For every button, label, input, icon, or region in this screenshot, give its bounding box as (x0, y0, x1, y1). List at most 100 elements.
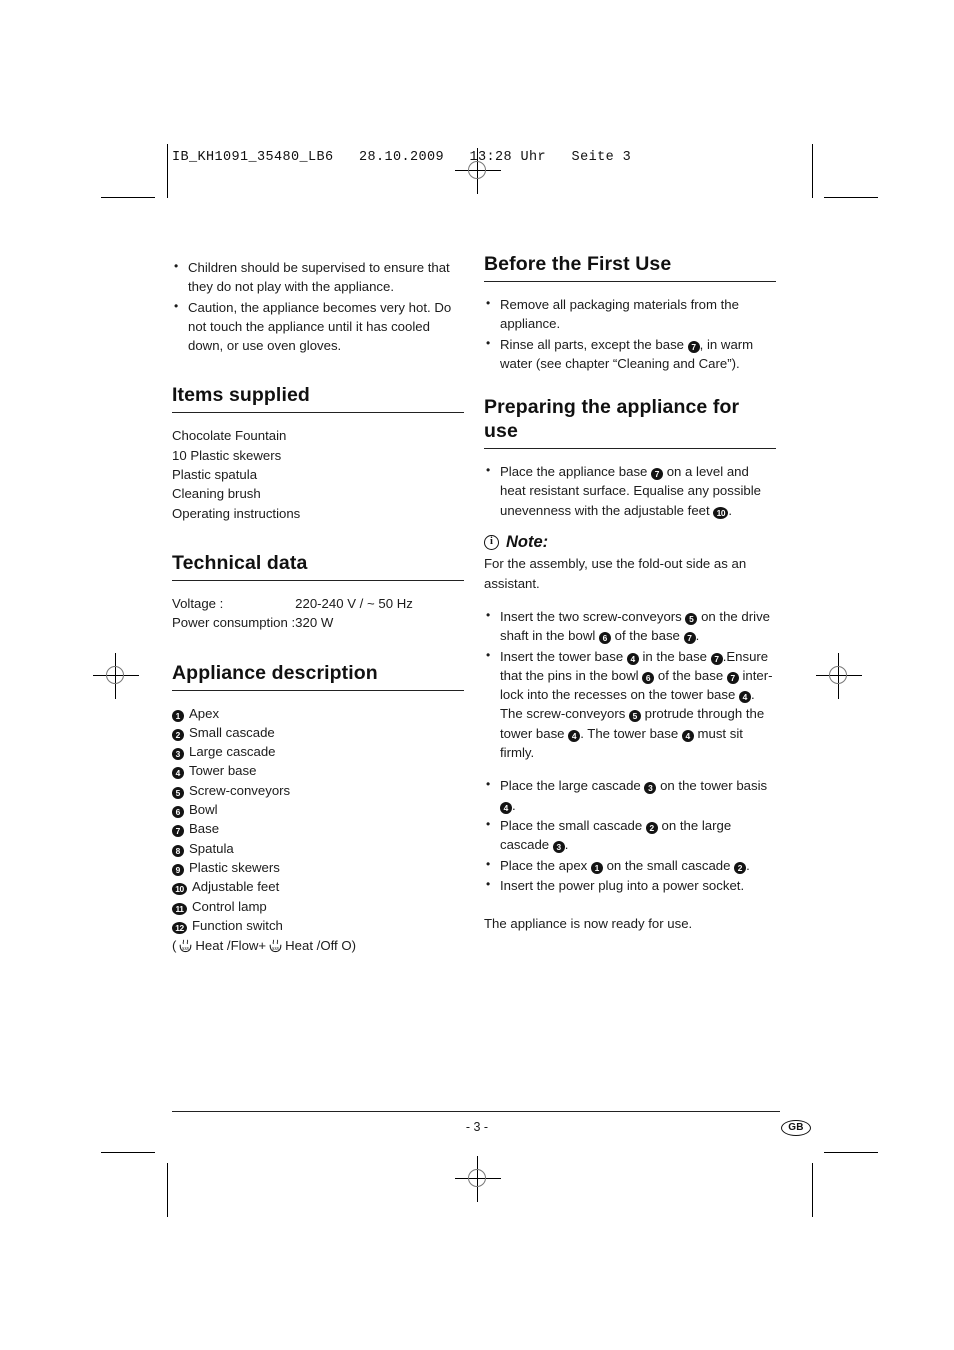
bullet-text: . (746, 857, 750, 873)
callout-number-11: 11 (172, 902, 187, 915)
section-preparing-appliance: Preparing the appliance for use Place th… (484, 395, 776, 933)
table-row: Power consumption : 320 W (172, 613, 413, 632)
bullet-item: Remove all packaging materials from the … (484, 294, 776, 334)
callout-number-1: 1 (172, 709, 184, 722)
crop-mark-bottom-left-horizontal (101, 1152, 155, 1153)
bullet-text: Insert the power plug into a power socke… (500, 877, 745, 893)
part-label: Small cascade (189, 724, 275, 740)
bullet-text: . (512, 797, 516, 813)
document-page: IB_KH1091_35480_LB6 28.10.2009 13:28 Uhr… (0, 0, 954, 1350)
callout-number-5: 5 (172, 786, 184, 799)
bullet-item: Place the appliance base 7 on a level an… (484, 461, 776, 520)
callout-ref-4: 4 (500, 801, 512, 814)
bullet-text: . (564, 837, 569, 853)
callout-number-2: 2 (172, 728, 184, 741)
callout-number-9: 9 (172, 863, 184, 876)
bullet-text: on the small cascade (602, 857, 735, 873)
preparing-bullet-list-c: Place the large cascade 3 on the tower b… (484, 775, 776, 895)
closing-text: The appliance is now ready for use. (484, 916, 693, 932)
list-item: 2 Small cascade (172, 723, 464, 742)
list-item: 8 Spatula (172, 839, 464, 858)
part-label: Control lamp (192, 898, 267, 914)
list-item: Plastic spatula (172, 467, 258, 483)
heading-rule (172, 689, 464, 691)
crop-mark-top-left-vertical (167, 144, 168, 198)
print-slug-line: IB_KH1091_35480_LB6 28.10.2009 13:28 Uhr… (172, 150, 632, 165)
legend-part-1: Heat /Flow+ (195, 938, 267, 954)
crop-mark-bottom-right-vertical (812, 1163, 813, 1217)
safety-bullet-item: Children should be supervised to ensure … (172, 257, 464, 297)
bullet-item: Insert the two screw-conveyors 5 on the … (484, 606, 776, 646)
crop-mark-bottom-left-vertical (167, 1163, 168, 1217)
heat-steam-icon: sss (176, 938, 195, 953)
callout-number-8: 8 (172, 844, 184, 857)
bullet-text: Remove all packaging materials from the … (500, 297, 739, 332)
list-item: Cleaning brush (172, 486, 261, 502)
function-switch-legend: (sss Heat /Flow+ sss Heat /Off O) (172, 935, 464, 956)
bullet-text: Place the large cascade (500, 778, 645, 794)
legend-part-2: Heat /Off O) (285, 938, 356, 954)
registration-mark-bottom (455, 1156, 501, 1202)
section-items-supplied: Items supplied Chocolate Fountain 10 Pla… (172, 383, 464, 522)
heat-steam-icon: sss (266, 938, 285, 953)
bullet-item: Insert the tower base 4 in the base 7.En… (484, 646, 776, 763)
callout-ref-1: 1 (590, 861, 603, 874)
spec-value: 220-240 V / ~ 50 Hz (295, 595, 413, 611)
callout-ref-10: 10 (713, 506, 729, 519)
part-label: Plastic skewers (189, 859, 280, 875)
bullet-text: Rinse all parts, except the base (500, 336, 688, 352)
registration-mark-left (93, 653, 139, 699)
crop-mark-top-left-horizontal (101, 197, 155, 198)
bullet-text: Place the small cascade (500, 817, 646, 833)
bullet-text: . (728, 502, 733, 518)
part-label: Bowl (189, 802, 218, 818)
footer-rule (172, 1111, 780, 1112)
part-label: Spatula (189, 840, 234, 856)
callout-number-3: 3 (172, 748, 184, 761)
callout-ref-4: 4 (738, 691, 751, 704)
callout-number-12: 12 (172, 921, 187, 934)
list-item: 4 Tower base (172, 761, 464, 780)
callout-ref-6: 6 (642, 671, 655, 684)
note-title: Note: (506, 533, 549, 552)
crop-mark-bottom-right-horizontal (824, 1152, 878, 1153)
bullet-item: Rinse all parts, except the base 7, in w… (484, 334, 776, 374)
callout-ref-3: 3 (644, 782, 657, 795)
appliance-description-heading: Appliance description (172, 661, 378, 684)
part-label: Adjustable feet (192, 879, 280, 895)
safety-bullet-text: Caution, the appliance becomes very hot.… (188, 299, 452, 354)
before-first-use-bullet-list: Remove all packaging materials from the … (484, 294, 776, 374)
left-column: Children should be supervised to ensure … (172, 257, 464, 956)
language-badge: GB (781, 1120, 811, 1136)
callout-ref-4: 4 (626, 652, 639, 665)
part-label: Tower base (189, 763, 257, 779)
right-column: Before the First Use Remove all packagin… (484, 252, 776, 933)
bullet-text: . The tower base (580, 725, 682, 741)
list-item: 10 Plastic skewers (172, 447, 282, 463)
callout-ref-2: 2 (734, 861, 747, 874)
note-body: For the assembly, use the fold-out side … (484, 556, 747, 591)
section-technical-data: Technical data Voltage : 220-240 V / ~ 5… (172, 551, 464, 633)
callout-ref-7: 7 (683, 632, 696, 645)
appliance-parts-list: 1 Apex 2 Small cascade 3 Large cascade 4 Tow… (172, 704, 464, 936)
callout-ref-7: 7 (710, 652, 723, 665)
bullet-item: Place the apex 1 on the small cascade 2. (484, 855, 776, 875)
list-item: Operating instructions (172, 505, 301, 521)
preparing-bullet-list-a: Place the appliance base 7 on a level an… (484, 461, 776, 520)
bullet-text: Insert the tower base (500, 648, 627, 664)
bullet-text: . (695, 628, 700, 644)
heading-rule (484, 281, 776, 282)
callout-ref-4: 4 (568, 729, 581, 742)
note-header: i Note: (484, 533, 776, 552)
callout-number-7: 7 (172, 825, 184, 838)
bullet-text: Insert the two screw-conveyors (500, 608, 686, 624)
callout-number-4: 4 (172, 767, 184, 780)
items-supplied-list: Chocolate Fountain 10 Plastic skewers Pl… (172, 426, 464, 522)
bullet-text: Place the appliance base (500, 464, 652, 480)
heading-rule (172, 412, 464, 414)
preparing-heading: Preparing the appliance for use (484, 396, 740, 443)
bullet-item: Place the large cascade 3 on the tower b… (484, 775, 776, 815)
callout-ref-4: 4 (681, 729, 694, 742)
list-item: 3 Large cascade (172, 742, 464, 761)
registration-mark-right (816, 653, 862, 699)
